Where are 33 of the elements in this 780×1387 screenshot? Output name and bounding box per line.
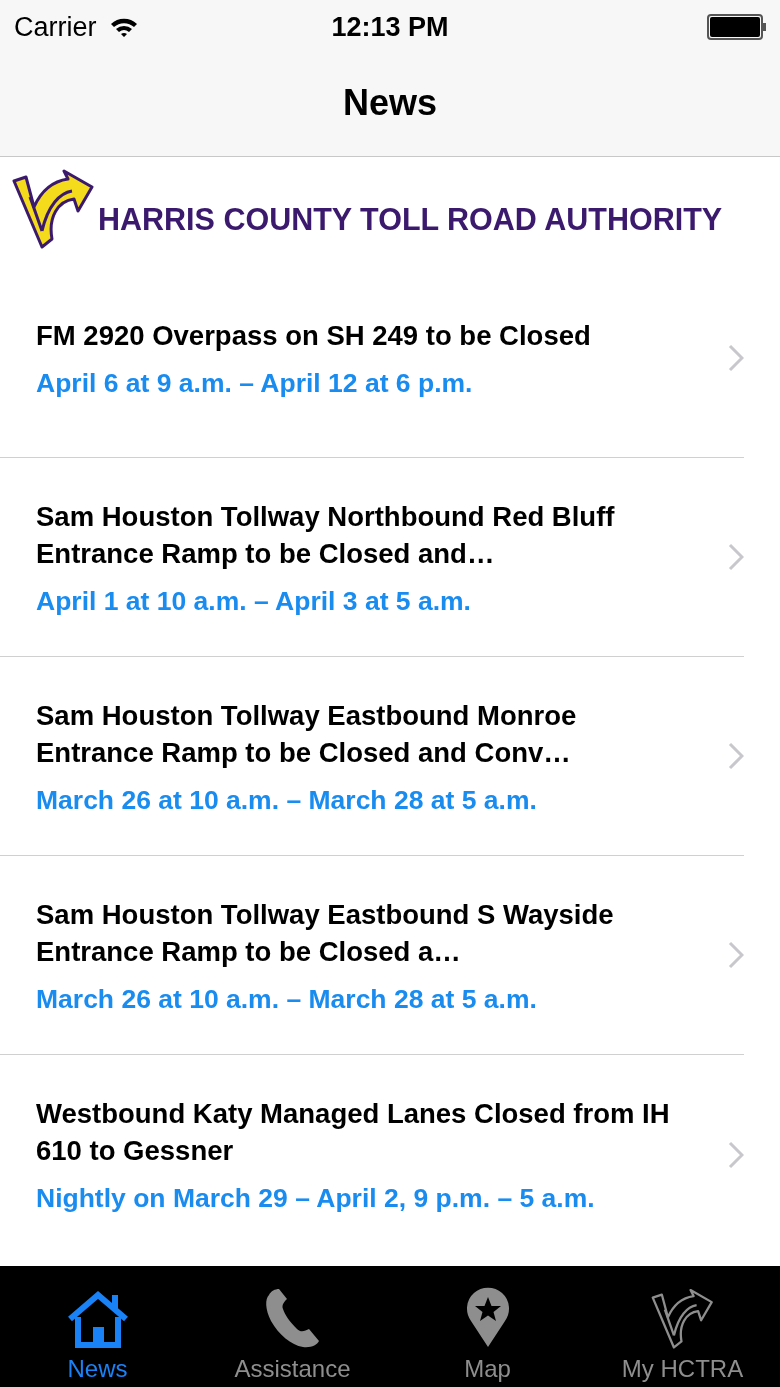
news-dates: March 26 at 10 a.m. – March 28 at 5 a.m. [36,784,538,816]
chevron-icon [728,344,744,372]
tab-item[interactable]: My HCTRA [585,1266,780,1387]
news-item[interactable]: Sam Houston Tollway Northbound Red Bluff Entrance Ramp to be Closed and… April 1 at 10 a.m. – April 3 at 5 a.m. [0,458,744,657]
news-title: Sam Houston Tollway Eastbound Monroe Entrance Ramp to be Closed and Conv… [36,698,578,770]
news-title: Westbound Katy Managed Lanes Closed from IH 610 to Gessner [36,1097,671,1168]
news-dates: Nightly on March 29 – April 2, 9 p.m. – 5 a.m. [36,1183,596,1214]
news-title: FM 2920 Overpass on SH 249 to be Closed [36,319,592,353]
carrier-name: Carrier [14,11,97,43]
chevron-icon [728,742,744,770]
news-item[interactable]: Westbound Katy Managed Lanes Closed from IH 610 to Gessner Nightly on March 29 – April 2, 9 p.m. – 5 a.m. [0,1055,744,1254]
logo-icon [12,167,96,249]
news-item[interactable]: FM 2920 Overpass on SH 249 to be Closed April 6 at 9 a.m. – April 12 at 6 p.m. [0,259,744,458]
news-title: Sam Houston Tollway Eastbound S Wayside Entrance Ramp to be Closed a… [36,897,615,969]
news-dates: April 1 at 10 a.m. – April 3 at 5 a.m. [36,585,472,617]
home-icon [65,1289,130,1349]
logo-icon [650,1287,715,1349]
battery-icon [707,14,763,40]
chevron-icon [728,941,744,969]
chevron-icon [728,1140,744,1169]
screen-title: News [342,82,437,124]
news-title: Sam Houston Tollway Northbound Red Bluff Entrance Ramp to be Closed and… [36,499,616,571]
authority-name: HARRIS COUNTY TOLL ROAD AUTHORITY [98,201,723,237]
news-dates: April 6 at 9 a.m. – April 12 at 6 p.m. [36,368,474,399]
tab-item[interactable]: Assistance [195,1266,390,1387]
map-pin-icon [464,1287,511,1349]
news-item[interactable]: Sam Houston Tollway Eastbound Monroe Entrance Ramp to be Closed and Conv… March 26 at 10 a.m. – March 28 at 5 a.m. [0,657,744,856]
tab-item[interactable]: News [0,1266,195,1387]
clock-time: 12:13 PM [331,11,449,43]
news-dates: March 26 at 10 a.m. – March 28 at 5 a.m. [36,983,538,1015]
tab-item[interactable]: Map [390,1266,585,1387]
chevron-icon [728,543,744,571]
news-item[interactable]: Sam Houston Tollway Eastbound S Wayside Entrance Ramp to be Closed a… March 26 at 10 a.m. – March 28 at 5 a.m. [0,856,744,1055]
